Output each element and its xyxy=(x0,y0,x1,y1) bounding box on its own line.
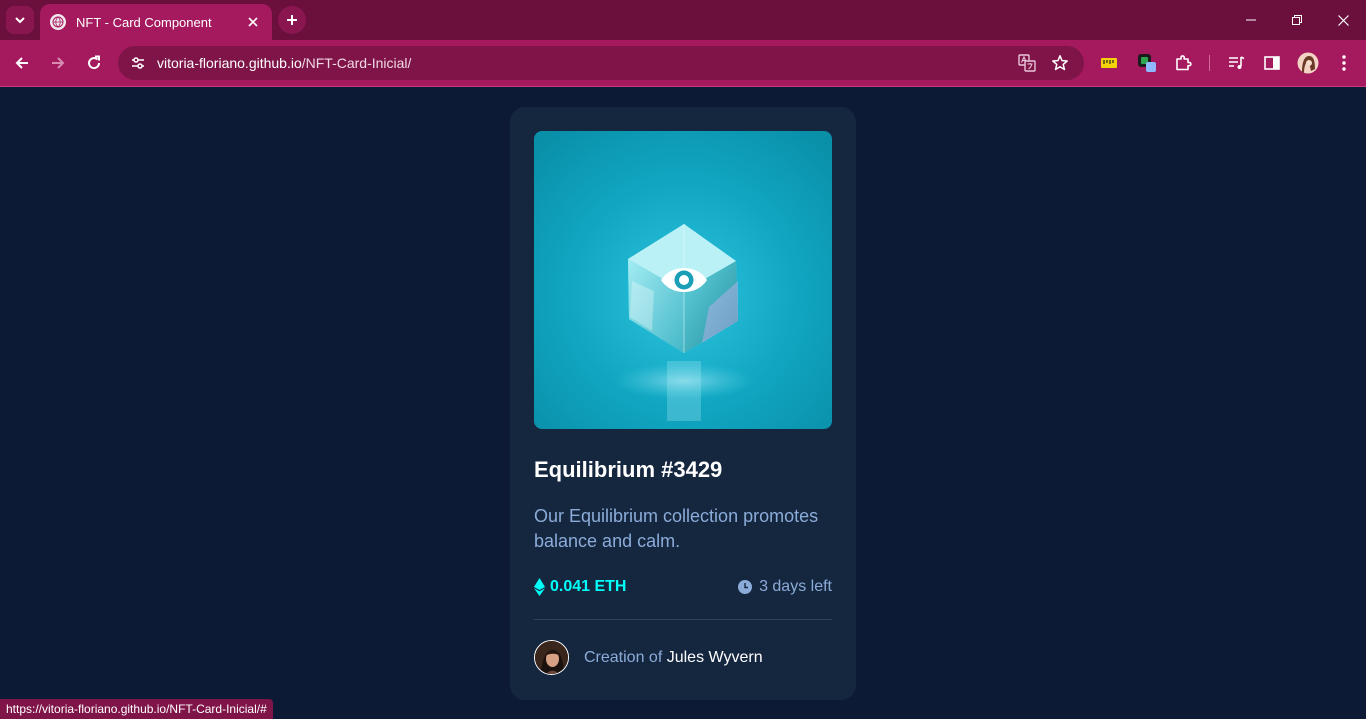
tab-strip: NFT - Card Component xyxy=(0,0,1366,40)
media-control-icon[interactable] xyxy=(1225,52,1247,74)
browser-toolbar: vitoria-floriano.github.io/NFT-Card-Inic… xyxy=(0,40,1366,86)
nft-image[interactable] xyxy=(534,131,832,429)
reload-icon xyxy=(88,55,101,70)
toolbar-separator xyxy=(1209,55,1210,71)
reload-button[interactable] xyxy=(80,49,108,77)
profile-avatar[interactable] xyxy=(1297,52,1319,74)
restore-button[interactable] xyxy=(1274,0,1320,40)
back-arrow-icon xyxy=(15,57,28,69)
nft-card: Equilibrium #3429 Our Equilibrium collec… xyxy=(510,107,856,700)
url-path: /NFT-Card-Inicial/ xyxy=(301,55,412,71)
new-tab-button[interactable] xyxy=(278,6,306,34)
close-icon[interactable] xyxy=(244,13,262,31)
status-bar-url: https://vitoria-floriano.github.io/NFT-C… xyxy=(0,699,273,719)
creator-avatar xyxy=(534,640,569,675)
kebab-menu-icon[interactable] xyxy=(1333,52,1355,74)
minimize-icon xyxy=(1246,19,1256,21)
url-text[interactable]: vitoria-floriano.github.io/NFT-Card-Inic… xyxy=(157,55,411,71)
translate-icon[interactable] xyxy=(1016,52,1038,74)
forward-button[interactable] xyxy=(44,49,72,77)
nft-price: 0.041 ETH xyxy=(534,578,626,596)
close-window-icon xyxy=(1337,14,1349,26)
nft-time-left: 3 days left xyxy=(738,578,832,596)
nft-description: Our Equilibrium collection promotes bala… xyxy=(534,506,819,551)
nft-title[interactable]: Equilibrium #3429 xyxy=(534,457,722,483)
time-left-value: 3 days left xyxy=(759,578,832,595)
globe-icon xyxy=(50,14,66,30)
forward-arrow-icon xyxy=(52,57,65,69)
back-button[interactable] xyxy=(8,49,36,77)
restore-icon xyxy=(1292,15,1302,25)
ethereum-icon xyxy=(534,578,545,596)
clock-icon xyxy=(738,580,753,594)
star-icon[interactable] xyxy=(1049,52,1071,74)
plus-icon xyxy=(287,15,297,25)
puzzle-icon[interactable] xyxy=(1172,52,1194,74)
tune-icon[interactable] xyxy=(126,51,150,75)
chevron-down-icon xyxy=(15,17,25,24)
side-panel-icon[interactable] xyxy=(1261,52,1283,74)
url-host: vitoria-floriano.github.io xyxy=(157,55,302,71)
tab-search-button[interactable] xyxy=(6,6,34,34)
page-viewport: Equilibrium #3429 Our Equilibrium collec… xyxy=(0,87,1366,719)
price-value: 0.041 ETH xyxy=(550,578,627,595)
creator-prefix: Creation of xyxy=(584,648,667,666)
card-divider xyxy=(534,619,832,620)
close-window-button[interactable] xyxy=(1320,0,1366,40)
creator-row: Creation of Jules Wyvern xyxy=(534,640,763,675)
creator-credit: Creation of Jules Wyvern xyxy=(584,649,763,667)
minimize-button[interactable] xyxy=(1228,0,1274,40)
extension-ruler-icon[interactable] xyxy=(1098,52,1120,74)
tab-title: NFT - Card Component xyxy=(76,14,212,30)
address-bar[interactable]: vitoria-floriano.github.io/NFT-Card-Inic… xyxy=(118,46,1084,80)
active-tab[interactable]: NFT - Card Component xyxy=(40,4,272,40)
creator-name-link[interactable]: Jules Wyvern xyxy=(667,649,763,666)
extension-colorpick-icon[interactable] xyxy=(1136,52,1158,74)
